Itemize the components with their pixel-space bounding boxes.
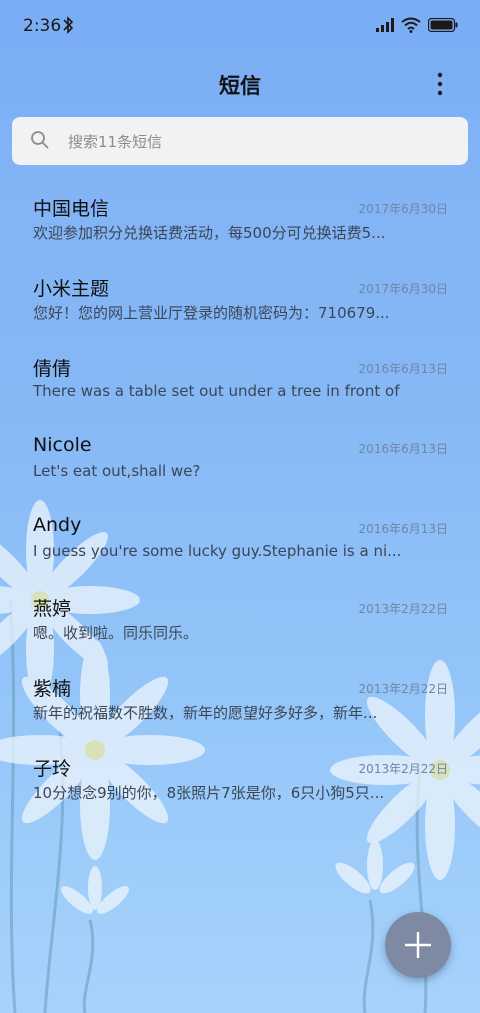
list-item[interactable]: 燕婷 2013年2月22日 嗯。收到啦。同乐同乐。 bbox=[0, 576, 480, 656]
message-date: 2016年6月13日 bbox=[358, 522, 448, 536]
list-item[interactable]: Nicole 2016年6月13日 Let's eat out,shall we… bbox=[0, 416, 480, 496]
contact-name: 小米主题 bbox=[33, 278, 110, 300]
contact-name: Andy bbox=[33, 514, 82, 536]
list-item[interactable]: 子玲 2013年2月22日 10分想念9别的你，8张照片7张是你，6只小狗5只.… bbox=[0, 736, 480, 816]
message-preview: Let's eat out,shall we? bbox=[33, 462, 201, 480]
plus-icon bbox=[405, 932, 431, 958]
contact-name: Nicole bbox=[33, 434, 92, 456]
battery-icon bbox=[428, 18, 458, 32]
wifi-icon bbox=[401, 17, 421, 33]
contact-name: 紫楠 bbox=[33, 678, 72, 700]
list-item[interactable]: 小米主题 2017年6月30日 您好！您的网上营业厅登录的随机密码为：71067… bbox=[0, 256, 480, 336]
page-title: 短信 bbox=[219, 74, 261, 98]
message-preview: 您好！您的网上营业厅登录的随机密码为：710679... bbox=[33, 304, 390, 322]
contact-name: 子玲 bbox=[33, 758, 72, 780]
signal-icon bbox=[376, 18, 394, 32]
message-date: 2016年6月13日 bbox=[358, 362, 448, 376]
message-preview: I guess you're some lucky guy.Stephanie … bbox=[33, 542, 402, 560]
status-time: 2:36 bbox=[23, 16, 62, 36]
list-item[interactable]: Andy 2016年6月13日 I guess you're some luck… bbox=[0, 496, 480, 576]
message-date: 2017年6月30日 bbox=[358, 282, 448, 296]
app-header: 2:36 短信 bbox=[0, 0, 480, 118]
list-item[interactable]: 中国电信 2017年6月30日 欢迎参加积分兑换话费活动，每500分可兑换话费5… bbox=[0, 176, 480, 256]
list-item[interactable]: 倩倩 2016年6月13日 There was a table set out … bbox=[0, 336, 480, 416]
search-bar[interactable]: 搜索11条短信 bbox=[12, 117, 468, 165]
status-bar: 2:36 bbox=[0, 0, 480, 52]
message-preview: 嗯。收到啦。同乐同乐。 bbox=[33, 624, 199, 642]
search-placeholder: 搜索11条短信 bbox=[68, 133, 163, 151]
message-preview: 欢迎参加积分兑换话费活动，每500分可兑换话费5... bbox=[33, 224, 386, 242]
contact-name: 燕婷 bbox=[33, 598, 72, 620]
message-date: 2013年2月22日 bbox=[358, 762, 448, 776]
contact-name: 中国电信 bbox=[33, 198, 110, 220]
message-date: 2016年6月13日 bbox=[358, 442, 448, 456]
more-options-button[interactable] bbox=[428, 70, 452, 98]
message-preview: 10分想念9别的你，8张照片7张是你，6只小狗5只... bbox=[33, 784, 385, 802]
search-icon bbox=[31, 131, 49, 149]
message-preview: 新年的祝福数不胜数，新年的愿望好多好多，新年... bbox=[33, 704, 378, 722]
more-vertical-icon bbox=[437, 72, 443, 96]
message-preview: There was a table set out under a tree i… bbox=[33, 382, 405, 400]
message-list: 中国电信 2017年6月30日 欢迎参加积分兑换话费活动，每500分可兑换话费5… bbox=[0, 176, 480, 816]
message-date: 2017年6月30日 bbox=[358, 202, 448, 216]
message-date: 2013年2月22日 bbox=[358, 682, 448, 696]
message-date: 2013年2月22日 bbox=[358, 602, 448, 616]
list-item[interactable]: 紫楠 2013年2月22日 新年的祝福数不胜数，新年的愿望好多好多，新年... bbox=[0, 656, 480, 736]
contact-name: 倩倩 bbox=[33, 358, 72, 380]
bluetooth-icon bbox=[63, 16, 74, 34]
new-message-button[interactable] bbox=[385, 912, 451, 978]
